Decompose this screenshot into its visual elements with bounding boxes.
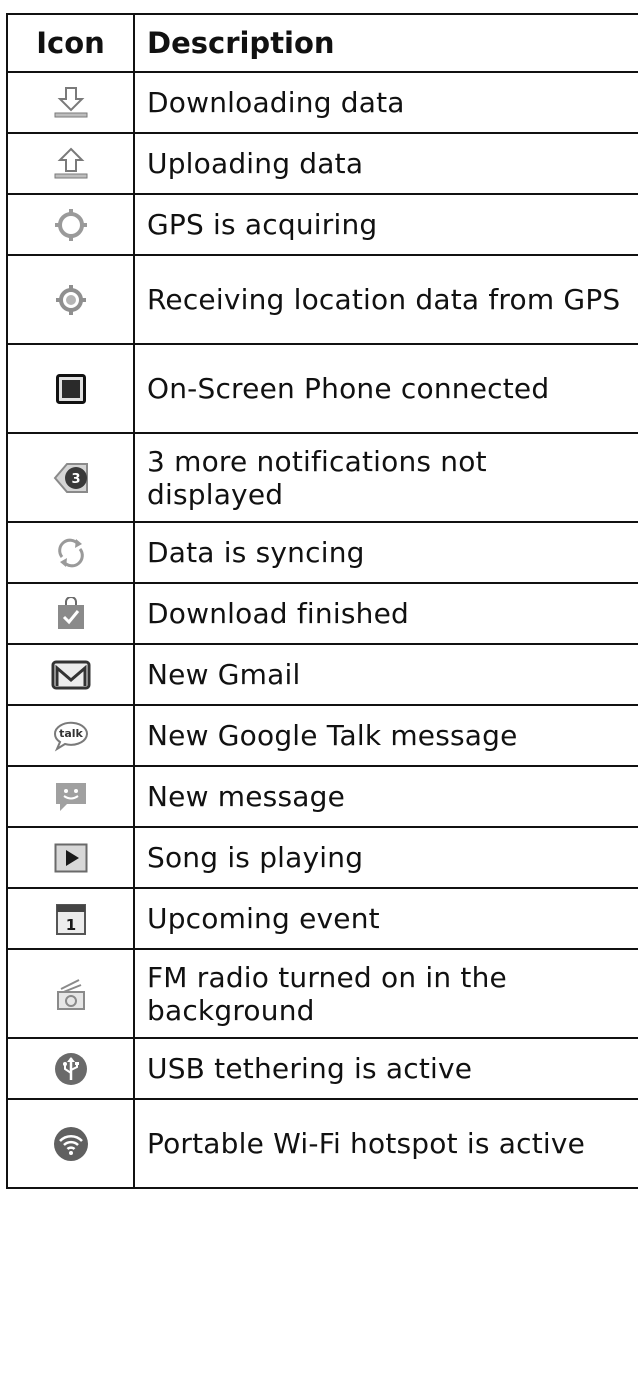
table-header-row: Icon Description	[6, 13, 638, 73]
gmail-icon	[51, 660, 90, 689]
gps-receiving-icon	[55, 284, 86, 315]
table-row: Uploading data	[6, 132, 638, 195]
description-column-header: Description	[133, 13, 638, 73]
table-row: USB tethering is active	[6, 1037, 638, 1100]
table-row: 3 3 more notifications not displayed	[6, 432, 638, 523]
table-row: 1 Upcoming event	[6, 887, 638, 950]
on-screen-phone-icon	[55, 373, 86, 404]
table-row: Song is playing	[6, 826, 638, 889]
row-description: Upcoming event	[133, 887, 638, 950]
talk-label: talk	[59, 727, 83, 740]
wifi-hotspot-icon	[53, 1126, 88, 1161]
row-description: FM radio turned on in the background	[133, 948, 638, 1039]
row-description: GPS is acquiring	[133, 193, 638, 256]
table-row: GPS is acquiring	[6, 193, 638, 256]
calendar-day: 1	[65, 916, 75, 934]
row-description: Download finished	[133, 582, 638, 645]
table-row: New message	[6, 765, 638, 828]
notification-count: 3	[71, 472, 80, 487]
play-icon	[54, 843, 87, 872]
google-talk-icon: talk	[53, 721, 88, 752]
table-row: New Gmail	[6, 643, 638, 706]
sync-icon	[57, 538, 84, 567]
table-row: Receiving location data from GPS	[6, 254, 638, 345]
table-row: FM radio turned on in the background	[6, 948, 638, 1039]
download-finished-icon	[57, 596, 84, 629]
upload-icon	[54, 147, 87, 178]
row-description: On-Screen Phone connected	[133, 343, 638, 434]
gps-acquiring-icon	[54, 208, 87, 241]
table-row: Downloading data	[6, 71, 638, 134]
status-icons-table: Icon Description Downloading data Upload…	[6, 13, 638, 1189]
table-row: Download finished	[6, 582, 638, 645]
row-description: 3 more notifications not displayed	[133, 432, 638, 523]
table-row: talk New Google Talk message	[6, 704, 638, 767]
table-row: On-Screen Phone connected	[6, 343, 638, 434]
row-description: Downloading data	[133, 71, 638, 134]
calendar-icon: 1	[55, 903, 86, 935]
icon-column-header: Icon	[6, 13, 135, 73]
table-row: Portable Wi-Fi hotspot is active	[6, 1098, 638, 1189]
row-description: Receiving location data from GPS	[133, 254, 638, 345]
row-description: New message	[133, 765, 638, 828]
row-description: New Gmail	[133, 643, 638, 706]
row-description: USB tethering is active	[133, 1037, 638, 1100]
message-icon	[55, 782, 86, 811]
table-row: Data is syncing	[6, 521, 638, 584]
row-description: New Google Talk message	[133, 704, 638, 767]
fm-radio-icon	[56, 978, 85, 1010]
usb-tethering-icon	[54, 1052, 87, 1085]
row-description: Uploading data	[133, 132, 638, 195]
row-description: Portable Wi-Fi hotspot is active	[133, 1098, 638, 1189]
download-icon	[54, 86, 87, 117]
more-notifications-icon: 3	[53, 462, 88, 493]
row-description: Song is playing	[133, 826, 638, 889]
row-description: Data is syncing	[133, 521, 638, 584]
